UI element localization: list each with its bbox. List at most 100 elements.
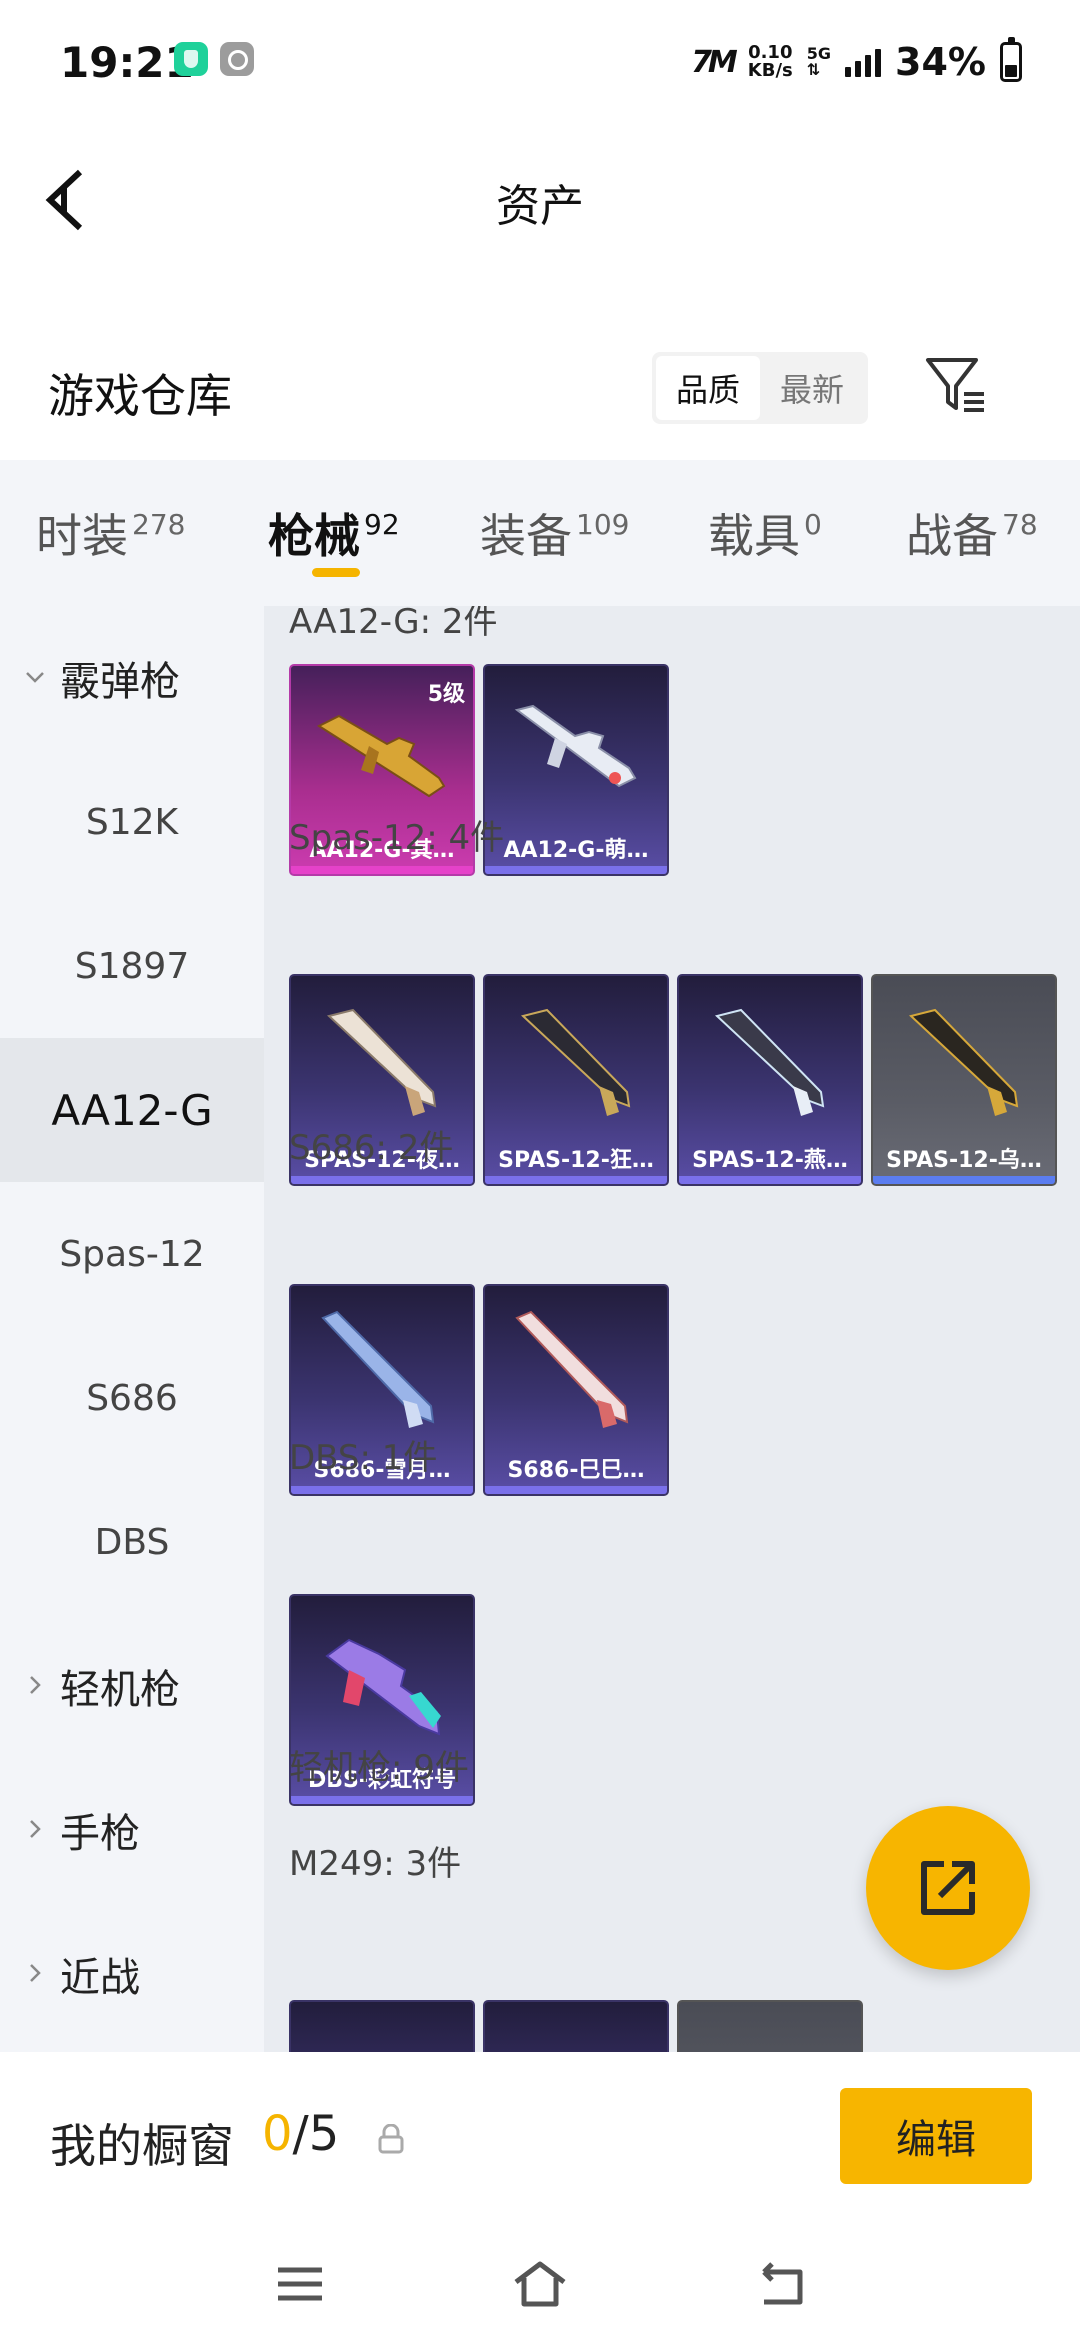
weapon-name: AA12-G-萌… [503,838,649,863]
weapon-card[interactable]: S686-巳巳… [483,1284,669,1496]
showcase-label: 我的橱窗 [50,2119,234,2173]
sort-toggle: 品质 最新 [652,352,868,424]
sidebar-item-s686[interactable]: S686 [0,1326,264,1470]
sidebar-item-aa12g[interactable]: AA12-G [0,1038,264,1182]
network-speed-unit: KB/s [747,60,793,81]
sidebar-item-label: 手枪 [60,1811,140,1857]
weapon-card[interactable]: AA12-G-萌… [483,664,669,876]
lock-icon [378,2124,404,2154]
sidebar-item-label: AA12-G [51,1085,213,1135]
tab-firearms[interactable]: 枪械 92 [268,500,400,566]
rarity-bar [485,1486,667,1494]
weapon-name: SPAS-12-狂… [498,1148,654,1173]
sort-newest-option[interactable]: 最新 [760,356,864,420]
sidebar-item-spas12[interactable]: Spas-12 [0,1182,264,1326]
section-heading: S686: 2件 [289,1128,454,1168]
sidebar-item-label: 近战 [60,1955,140,2001]
battery-percent: 34% [895,40,986,84]
sidebar-item-melee[interactable]: 近战 [0,1902,264,2046]
return-icon[interactable] [750,2258,810,2310]
page-title: 资产 [496,181,584,232]
tab-count: 92 [364,508,400,541]
sidebar-item-dbs[interactable]: DBS [0,1470,264,1614]
showcase-current: 0 [262,2106,293,2162]
weapon-card[interactable] [483,2000,669,2052]
rarity-bar [679,1176,861,1184]
section-heading: Spas-12: 4件 [289,818,505,858]
sidebar-item-label: Spas-12 [59,1233,205,1275]
sidebar-item-pistols[interactable]: 手枪 [0,1758,264,1902]
weapon-card[interactable] [677,2000,863,2052]
network-speed: 0.10 KB/s [748,44,793,80]
tab-count: 109 [576,508,630,541]
menu-icon[interactable] [270,2258,330,2310]
sort-quality-option[interactable]: 品质 [656,356,760,420]
weapon-card[interactable]: SPAS-12-乌… [871,974,1057,1186]
sidebar-item-label: 轻机枪 [60,1667,180,1713]
chevron-right-icon [30,1964,41,1982]
weapon-card[interactable]: SPAS-12-燕… [677,974,863,1186]
tab-label: 时装 [36,509,128,563]
shotgun-skin-icon [514,704,637,788]
sidebar-item-lmg[interactable]: 轻机枪 [0,1614,264,1758]
category-tabs: 时装 278 枪械 92 装备 109 载具 0 战备 78 [0,460,1080,606]
showcase-separator: / [292,2106,309,2162]
shotgun-skin-icon [908,1008,1019,1116]
data-arrows-icon: ⇅ [806,60,821,79]
section-heading: DBS: 1件 [289,1438,438,1478]
shotgun-skin-icon [515,1310,629,1428]
weapon-sidebar: 霰弹枪 S12K S1897 AA12-G Spas-12 S686 DBS 轻… [0,606,264,2052]
tab-fashion[interactable]: 时装 278 [36,500,185,566]
tab-label: 载具 [708,509,800,563]
tab-supplies[interactable]: 战备 78 [906,500,1038,566]
tab-count: 78 [1002,508,1038,541]
rarity-bar [291,1486,473,1494]
showcase-count: 0/5 [262,2106,339,2162]
shotgun-skin-icon [321,1310,435,1428]
battery-icon [1000,37,1022,82]
sidebar-item-label: S686 [86,1377,178,1419]
signal-icon [845,47,882,77]
sidebar-item-label: 霰弹枪 [60,659,180,705]
carrier-logo-icon: 7M [691,44,738,80]
tab-label: 装备 [480,509,572,563]
weapon-card[interactable] [289,2000,475,2052]
settings-app-icon [220,42,254,76]
section-heading: 轻机枪: 9件 [289,1748,469,1788]
sidebar-item-label: S1897 [74,945,190,987]
chevron-right-icon [30,1676,41,1694]
filter-button[interactable] [924,354,988,418]
sidebar-item-s12k[interactable]: S12K [0,750,264,894]
weapon-card[interactable]: SPAS-12-狂… [483,974,669,1186]
share-button[interactable] [866,1806,1030,1970]
filter-icon [926,358,984,412]
shotgun-skin-icon [325,1638,441,1736]
security-app-icon [174,42,208,76]
tab-equipment[interactable]: 装备 109 [480,500,629,566]
section-heading: AA12-G: 2件 [289,606,498,642]
sidebar-item-s1897[interactable]: S1897 [0,894,264,1038]
network-type: 5G ⇅ [807,46,831,78]
section-heading: M249: 3件 [289,1844,462,1884]
home-icon[interactable] [510,2258,570,2310]
system-nav-bar [0,2222,1080,2344]
app-header: 资产 [0,122,1080,282]
active-tab-indicator [312,568,360,577]
sidebar-item-shotguns[interactable]: 霰弹枪 [0,606,264,750]
rarity-bar [291,1796,473,1804]
weapon-name: SPAS-12-乌… [886,1148,1042,1173]
warehouse-title: 游戏仓库 [48,369,232,423]
shotgun-skin-icon [326,1008,437,1116]
edit-button[interactable]: 编辑 [840,2088,1032,2184]
rarity-bar [485,866,667,874]
tab-vehicles[interactable]: 载具 0 [708,500,822,566]
tab-label: 枪械 [268,509,360,563]
rarity-bar [291,866,473,874]
sidebar-item-label: S12K [85,801,179,843]
chevron-right-icon [30,1820,41,1838]
tab-label: 战备 [906,509,998,563]
shotgun-skin-icon [714,1008,825,1116]
chevron-down-icon [26,672,44,683]
showcase-total: 5 [308,2106,340,2162]
rarity-bar [873,1176,1055,1184]
